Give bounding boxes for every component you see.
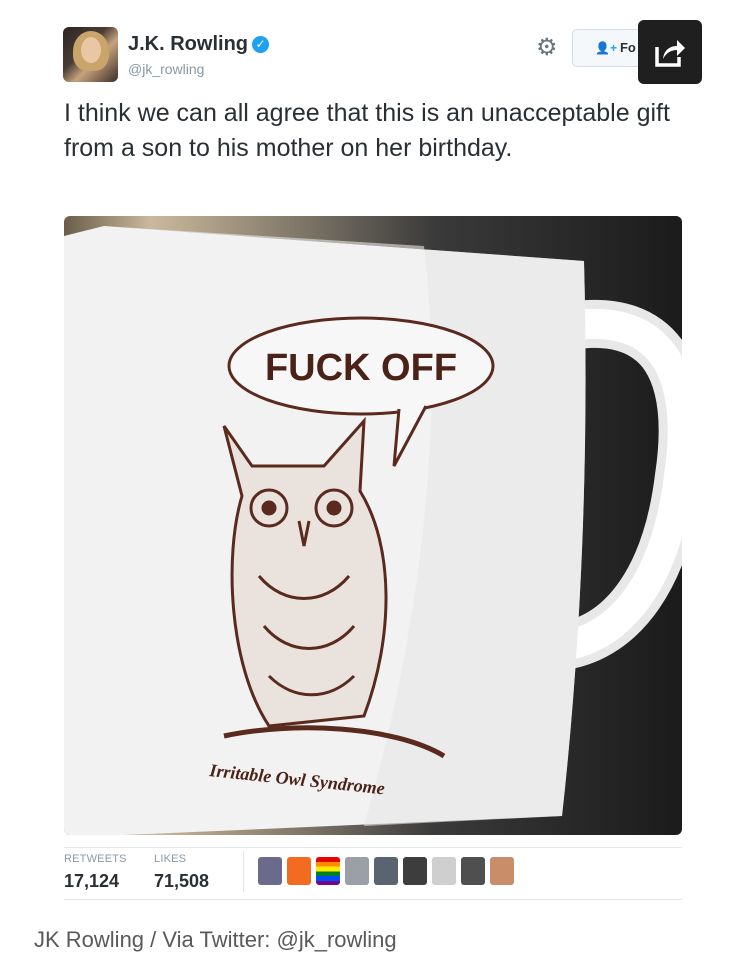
liker-avatar[interactable] xyxy=(287,857,311,885)
share-button[interactable] xyxy=(638,20,702,84)
speech-bubble-text: FUCK OFF xyxy=(265,347,457,389)
tweet-text: I think we can all agree that this is an… xyxy=(64,99,670,162)
likes-count[interactable]: 71,508 xyxy=(154,871,209,892)
follow-label: Fo xyxy=(619,40,636,55)
stats-separator xyxy=(243,850,244,892)
retweets-label: RETWEETS xyxy=(64,853,127,865)
add-user-icon: 👤+ xyxy=(595,41,617,55)
verified-badge-icon: ✓ xyxy=(252,36,269,53)
author-handle[interactable]: @jk_rowling xyxy=(128,61,204,77)
stats-bottom-divider xyxy=(64,899,682,900)
liker-avatar[interactable] xyxy=(345,857,369,885)
likes-label: LIKES xyxy=(154,853,187,865)
liker-avatar[interactable] xyxy=(432,857,456,885)
source-caption: JK Rowling / Via Twitter: @jk_rowling xyxy=(34,927,397,952)
author-name[interactable]: J.K. Rowling ✓ xyxy=(128,33,269,56)
liker-avatar[interactable] xyxy=(316,857,340,885)
tweet-photo[interactable]: FUCK OFF Irritable Owl Syndrome xyxy=(64,216,682,835)
mug-illustration: FUCK OFF Irritable Owl Syndrome xyxy=(64,226,682,835)
liker-avatar[interactable] xyxy=(374,857,398,885)
author-name-text: J.K. Rowling xyxy=(128,33,248,55)
liker-avatar[interactable] xyxy=(461,857,485,885)
author-avatar[interactable] xyxy=(63,27,118,82)
liker-avatars xyxy=(258,857,514,887)
avatar-face xyxy=(81,37,101,63)
share-icon xyxy=(655,40,685,67)
gear-icon[interactable]: ⚙ xyxy=(536,36,558,60)
retweets-count[interactable]: 17,124 xyxy=(64,871,119,892)
stats-top-divider xyxy=(64,847,682,848)
liker-avatar[interactable] xyxy=(490,857,514,885)
liker-avatar[interactable] xyxy=(258,857,282,885)
liker-avatar[interactable] xyxy=(403,857,427,885)
